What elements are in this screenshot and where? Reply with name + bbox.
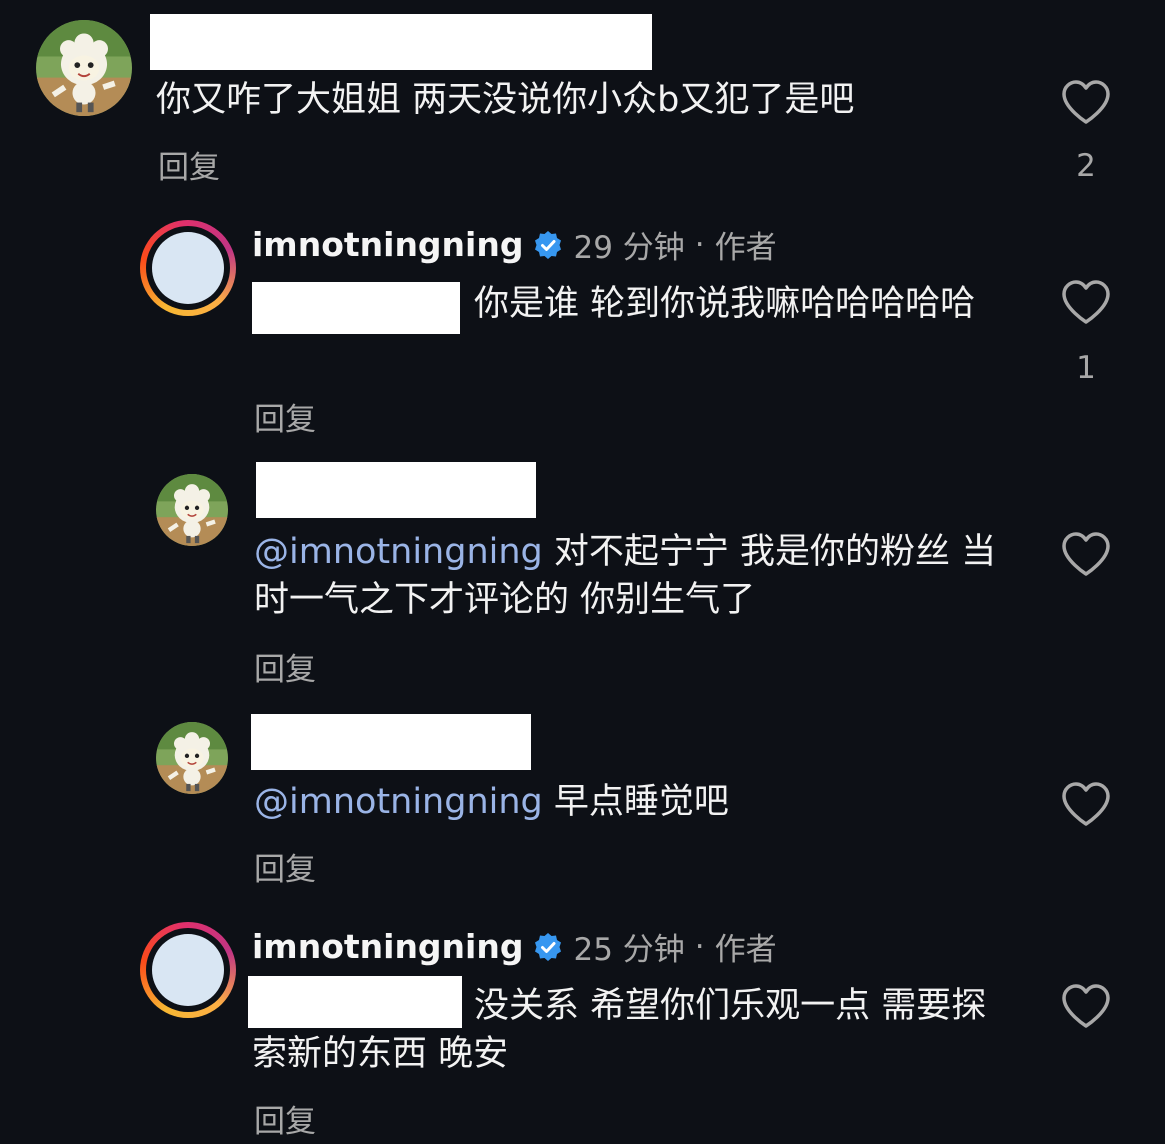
comment-text: 你又咋了大姐姐 两天没说你小众b又犯了是吧 (156, 76, 1036, 124)
username[interactable]: imnotningning 29 分钟 · 作者 (252, 222, 777, 267)
comment-body: 你是谁 轮到你说我嘛哈哈哈哈哈 (474, 284, 976, 324)
verified-badge-icon (533, 229, 563, 260)
reply-button[interactable]: 回复 (158, 142, 220, 187)
comment-body: 你又咋了大姐姐 两天没说你小众b又犯了是吧 (156, 80, 855, 120)
comment-body: 早点睡觉吧 (553, 782, 729, 822)
username-text[interactable]: imnotningning (252, 927, 523, 966)
comment-time: 29 分钟 (573, 230, 685, 266)
heart-outline-icon[interactable] (1060, 984, 1112, 1030)
avatar[interactable] (140, 220, 236, 316)
reply-button[interactable]: 回复 (254, 394, 316, 439)
verified-badge-icon (533, 931, 563, 962)
like-count: 2 (1076, 148, 1096, 184)
heart-outline-icon[interactable] (1060, 532, 1112, 578)
separator-dot: · (694, 226, 705, 263)
mention-link[interactable]: @imnotningning (254, 782, 543, 822)
author-label: 作者 (714, 230, 777, 266)
heart-outline-icon[interactable] (1060, 782, 1112, 828)
username-text[interactable]: imnotningning (252, 225, 523, 264)
redacted-username (150, 14, 652, 70)
comment-text: 你是谁 轮到你说我嘛哈哈哈哈哈 (252, 280, 1012, 328)
heart-outline-icon[interactable] (1060, 80, 1112, 126)
redacted-username (256, 462, 536, 518)
profile-photo (152, 934, 224, 1006)
avatar[interactable] (156, 474, 228, 546)
comment-text: 没关系 希望你们乐观一点 需要探索新的东西 晚安 (252, 982, 1012, 1078)
reply-button[interactable]: 回复 (254, 644, 316, 689)
avatar[interactable] (156, 722, 228, 794)
username[interactable]: imnotningning 25 分钟 · 作者 (252, 924, 777, 969)
mention-link[interactable]: @imnotningning (254, 532, 543, 572)
comment-text: @imnotningning 对不起宁宁 我是你的粉丝 当时一气之下才评论的 你… (254, 528, 1014, 624)
profile-photo (152, 232, 224, 304)
separator-dot: · (694, 928, 705, 965)
avatar[interactable] (140, 922, 236, 1018)
sheep-avatar-icon (156, 722, 228, 794)
comment-time: 25 分钟 (573, 932, 685, 968)
comment-text: @imnotningning 早点睡觉吧 (254, 778, 1014, 826)
author-label: 作者 (714, 932, 777, 968)
sheep-avatar-icon (156, 474, 228, 546)
like-count: 1 (1076, 350, 1096, 386)
heart-outline-icon[interactable] (1060, 280, 1112, 326)
avatar[interactable] (36, 20, 132, 116)
reply-button[interactable]: 回复 (254, 844, 316, 889)
sheep-avatar-icon (36, 20, 132, 116)
redacted-username (251, 714, 531, 770)
reply-button[interactable]: 回复 (254, 1096, 316, 1141)
comment-body: 没关系 希望你们乐观一点 需要探索新的东西 晚安 (252, 986, 987, 1074)
